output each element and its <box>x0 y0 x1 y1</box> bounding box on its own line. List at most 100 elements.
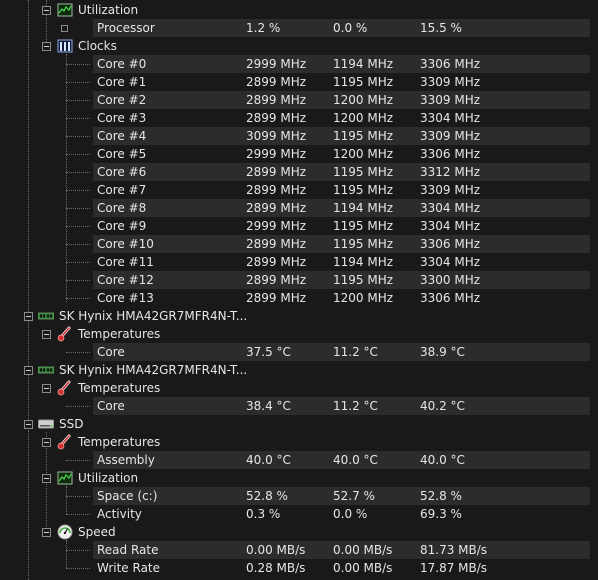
sensor-name: Core #0 <box>97 57 147 71</box>
utilization-label: Utilization <box>78 3 139 17</box>
tree-row-temperatures[interactable]: Temperatures <box>0 433 598 451</box>
sensor-name: Core #9 <box>97 219 147 233</box>
collapse-toggle[interactable] <box>42 6 51 15</box>
sensor-name: Assembly <box>97 453 155 467</box>
sensor-max: 3312 MHz <box>420 165 481 179</box>
tree-row-temperatures[interactable]: Temperatures <box>0 379 598 397</box>
collapse-toggle[interactable] <box>42 474 51 483</box>
temperatures-label: Temperatures <box>78 381 161 395</box>
sensor-name: Core #7 <box>97 183 147 197</box>
collapse-toggle[interactable] <box>24 312 33 321</box>
collapse-toggle[interactable] <box>24 366 33 375</box>
sensor-value: 2899 MHz <box>246 273 307 287</box>
sensor-min: 0.0 % <box>333 507 368 521</box>
sensor-row-core[interactable]: Core #4 3099 MHz 1195 MHz 3309 MHz <box>0 127 598 145</box>
ram-module-icon <box>38 312 54 320</box>
sensor-max: 3300 MHz <box>420 273 481 287</box>
sensor-min: 1194 MHz <box>333 255 394 269</box>
clock-bars-icon <box>57 39 73 53</box>
tree-row-utilization[interactable]: Utilization <box>0 469 598 487</box>
sensor-min: 1194 MHz <box>333 201 394 215</box>
sensor-name: Space (c:) <box>97 489 158 503</box>
sensor-row-core[interactable]: Core 37.5 °C 11.2 °C 38.9 °C <box>0 343 598 361</box>
sensor-row-core[interactable]: Core #10 2899 MHz 1195 MHz 3306 MHz <box>0 235 598 253</box>
sensor-min: 11.2 °C <box>333 345 378 359</box>
sensor-row-core[interactable]: Core #12 2899 MHz 1195 MHz 3300 MHz <box>0 271 598 289</box>
device-label: SK Hynix HMA42GR7MFR4N-T... <box>59 363 248 377</box>
collapse-toggle[interactable] <box>42 384 51 393</box>
collapse-toggle[interactable] <box>42 438 51 447</box>
sensor-row-core[interactable]: Core #2 2899 MHz 1200 MHz 3309 MHz <box>0 91 598 109</box>
utilization-graph-icon <box>57 3 73 17</box>
sensor-name: Activity <box>97 507 142 521</box>
sensor-max: 3309 MHz <box>420 183 481 197</box>
collapse-toggle[interactable] <box>42 528 51 537</box>
sensor-min: 0.00 MB/s <box>333 561 393 575</box>
sensor-name: Write Rate <box>97 561 161 575</box>
thermometer-icon <box>57 434 71 450</box>
sensor-row-core[interactable]: Core #13 2899 MHz 1200 MHz 3306 MHz <box>0 289 598 307</box>
sensor-row-write-rate[interactable]: Write Rate 0.28 MB/s 0.00 MB/s 17.87 MB/… <box>0 559 598 577</box>
sensor-row-core[interactable]: Core #7 2899 MHz 1195 MHz 3309 MHz <box>0 181 598 199</box>
sensor-min: 1200 MHz <box>333 147 394 161</box>
sensor-row-core[interactable]: Core #8 2899 MHz 1194 MHz 3304 MHz <box>0 199 598 217</box>
speed-label: Speed <box>78 525 116 539</box>
sensor-min: 40.0 °C <box>333 453 378 467</box>
sensor-row-activity[interactable]: Activity 0.3 % 0.0 % 69.3 % <box>0 505 598 523</box>
sensor-min: 1194 MHz <box>333 57 394 71</box>
collapse-toggle[interactable] <box>42 330 51 339</box>
sensor-min: 11.2 °C <box>333 399 378 413</box>
thermometer-icon <box>57 326 71 342</box>
device-label: SSD <box>59 417 84 431</box>
sensor-row-core[interactable]: Core 38.4 °C 11.2 °C 40.2 °C <box>0 397 598 415</box>
sensor-row-space[interactable]: Space (c:) 52.8 % 52.7 % 52.8 % <box>0 487 598 505</box>
sensor-min: 1200 MHz <box>333 291 394 305</box>
sensor-name: Core #1 <box>97 75 147 89</box>
sensor-value: 2899 MHz <box>246 183 307 197</box>
tree-row-ram-module-1[interactable]: SK Hynix HMA42GR7MFR4N-T... <box>0 307 598 325</box>
sensor-value: 2899 MHz <box>246 237 307 251</box>
tree-row-speed[interactable]: Speed <box>0 523 598 541</box>
sensor-max: 3304 MHz <box>420 111 481 125</box>
sensor-row-core[interactable]: Core #3 2899 MHz 1200 MHz 3304 MHz <box>0 109 598 127</box>
gauge-icon <box>57 524 73 540</box>
tree-row-ram-module-2[interactable]: SK Hynix HMA42GR7MFR4N-T... <box>0 361 598 379</box>
sensor-min: 1195 MHz <box>333 183 394 197</box>
tree-row-utilization[interactable]: Utilization <box>0 1 598 19</box>
sensor-name: Core #2 <box>97 93 147 107</box>
sensor-max: 3306 MHz <box>420 147 481 161</box>
tree-row-ssd[interactable]: SSD <box>0 415 598 433</box>
utilization-label: Utilization <box>78 471 139 485</box>
sensor-max: 3309 MHz <box>420 129 481 143</box>
sensor-min: 0.00 MB/s <box>333 543 393 557</box>
temperatures-label: Temperatures <box>78 327 161 341</box>
sensor-min: 1200 MHz <box>333 111 394 125</box>
sensor-row-processor[interactable]: Processor 1.2 % 0.0 % 15.5 % <box>0 19 598 37</box>
sensor-row-core[interactable]: Core #11 2899 MHz 1194 MHz 3304 MHz <box>0 253 598 271</box>
tree-leaf <box>61 25 68 32</box>
sensor-max: 17.87 MB/s <box>420 561 488 575</box>
sensor-min: 1195 MHz <box>333 129 394 143</box>
sensor-value: 2999 MHz <box>246 147 307 161</box>
collapse-toggle[interactable] <box>24 420 33 429</box>
sensor-row-assembly[interactable]: Assembly 40.0 °C 40.0 °C 40.0 °C <box>0 451 598 469</box>
sensor-row-core[interactable]: Core #9 2999 MHz 1195 MHz 3304 MHz <box>0 217 598 235</box>
clocks-label: Clocks <box>78 39 117 53</box>
sensor-row-core[interactable]: Core #5 2999 MHz 1200 MHz 3306 MHz <box>0 145 598 163</box>
collapse-toggle[interactable] <box>42 42 51 51</box>
sensor-name: Core #4 <box>97 129 147 143</box>
sensor-value: 0.00 MB/s <box>246 543 306 557</box>
sensor-value: 2899 MHz <box>246 291 307 305</box>
sensor-max: 69.3 % <box>420 507 462 521</box>
sensor-max: 3309 MHz <box>420 75 481 89</box>
sensor-row-read-rate[interactable]: Read Rate 0.00 MB/s 0.00 MB/s 81.73 MB/s <box>0 541 598 559</box>
sensor-row-core[interactable]: Core #1 2899 MHz 1195 MHz 3309 MHz <box>0 73 598 91</box>
device-label: SK Hynix HMA42GR7MFR4N-T... <box>59 309 248 323</box>
sensor-min: 1195 MHz <box>333 219 394 233</box>
sensor-row-core[interactable]: Core #0 2999 MHz 1194 MHz 3306 MHz <box>0 55 598 73</box>
tree-row-temperatures[interactable]: Temperatures <box>0 325 598 343</box>
utilization-graph-icon <box>57 471 73 485</box>
sensor-row-core[interactable]: Core #6 2899 MHz 1195 MHz 3312 MHz <box>0 163 598 181</box>
sensor-max: 3304 MHz <box>420 201 481 215</box>
tree-row-clocks[interactable]: Clocks <box>0 37 598 55</box>
